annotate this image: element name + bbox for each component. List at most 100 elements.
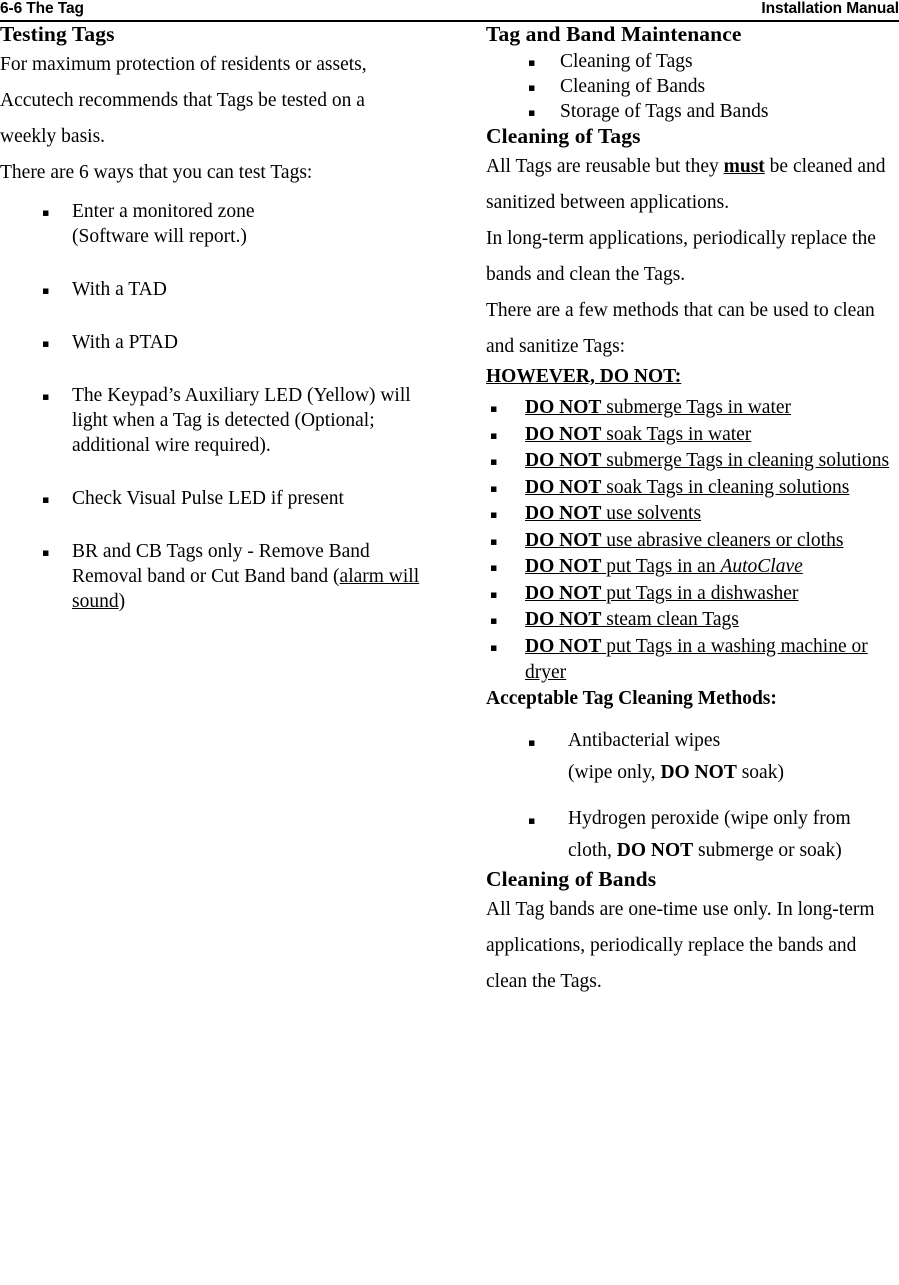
section-title-cleaning-of-tags: Cleaning of Tags [486,124,641,148]
square-bullet-icon: ▪ [490,587,498,601]
list-item-text: DO NOT put Tags in a washing machine or … [525,634,899,687]
do-not-detail: soak Tags in water [601,423,752,445]
list-item: ▪ DO NOT submerge Tags in water [486,395,899,422]
square-bullet-icon: ▪ [528,813,536,827]
list-item-line: Check Visual Pulse LED if present [72,488,344,509]
do-not-detail: use solvents [601,503,702,524]
list-item-line: The Keypad’s Auxiliary LED (Yellow) will… [72,385,411,456]
do-not-detail: steam clean Tags [601,609,739,630]
list-item: ▪ DO NOT use abrasive cleaners or cloths [486,528,899,555]
do-not-detail: submerge Tags in water [601,397,792,418]
list-item: ▪ DO NOT submerge Tags in cleaning solut… [486,448,899,475]
do-not-emphasis: DO NOT [525,397,602,418]
square-bullet-icon: ▪ [42,284,50,297]
list-item: ▪ Storage of Tags and Bands [486,99,899,124]
list-item-line: Enter a monitored zone [72,201,255,222]
list-item: ▪ With a TAD [0,277,420,302]
list-item: ▪ Cleaning of Bands [486,74,899,99]
list-item-text-tail: soak) [736,761,784,783]
list-item-text-tail: submerge or soak) [693,839,842,861]
square-bullet-icon: ▪ [490,428,498,442]
list-item: ▪ Enter a monitored zone (Software will … [0,199,420,249]
square-bullet-icon: ▪ [528,56,536,69]
do-not-emphasis: DO NOT [616,839,694,861]
square-bullet-icon: ▪ [528,81,536,94]
square-bullet-icon: ▪ [42,493,50,506]
do-not-detail-autoclave: put Tags in an AutoClave [601,556,803,577]
header-left-chapter: 6-6 The Tag [0,0,84,17]
do-not-emphasis: DO NOT [525,635,602,657]
list-item-text: DO NOT use solvents [525,501,899,528]
list-item-text: DO NOT submerge Tags in cleaning solutio… [525,448,899,475]
list-item: ▪ DO NOT put Tags in an AutoClave [486,554,899,581]
list-item-line: BR and CB Tags only - Remove Band Remova… [72,539,420,614]
list-item-text: DO NOT put Tags in a dishwasher [525,581,899,608]
list-item-text: DO NOT soak Tags in water [525,422,899,449]
page-body: Testing Tags For maximum protection of r… [0,22,899,1285]
paragraph-text: All Tags are reusable but they [486,156,724,177]
header-right-manual: Installation Manual [761,0,899,17]
list-item-text: DO NOT use abrasive cleaners or cloths [525,528,899,555]
list-item-label: Cleaning of Tags [560,51,693,72]
do-not-emphasis: DO NOT [660,761,737,783]
paragraph-few-methods: There are a few methods that can be used… [486,300,875,357]
square-bullet-icon: ▪ [490,561,498,574]
list-item: ▪ Hydrogen peroxide (wipe only from clot… [486,803,899,867]
section-title-tag-and-band-maintenance: Tag and Band Maintenance [486,22,742,46]
do-not-emphasis: DO NOT [525,503,602,524]
list-item: ▪ With a PTAD [0,330,420,355]
list-item: ▪ DO NOT use solvents [486,501,899,528]
do-not-emphasis: DO NOT [525,609,602,630]
square-bullet-icon: ▪ [42,390,50,403]
list-item: ▪ Cleaning of Tags [486,49,899,74]
do-not-emphasis: DO NOT [525,423,602,445]
square-bullet-icon: ▪ [528,735,536,749]
paragraph-long-term-replace: In long-term applications, periodically … [486,228,876,285]
square-bullet-icon: ▪ [490,614,498,627]
square-bullet-icon: ▪ [528,106,536,119]
emphasis-must: must [723,156,765,177]
list-item-text: DO NOT put Tags in an AutoClave [525,554,899,581]
list-item-line: With a TAD [72,279,167,300]
subheading-however-do-not: HOWEVER, DO NOT: [486,365,899,389]
square-bullet-icon: ▪ [490,455,498,468]
list-item: ▪ Check Visual Pulse LED if present [0,486,420,511]
list-item-line: (Software will report.) [72,226,247,247]
square-bullet-icon: ▪ [42,206,50,219]
list-item-text: BR and CB Tags only - Remove Band Remova… [72,541,370,587]
do-not-detail: put Tags in a dishwasher [601,582,799,604]
list-item: ▪ DO NOT put Tags in a dishwasher [486,581,899,608]
page-running-header: 6-6 The Tag Installation Manual [0,0,899,22]
list-item: ▪ DO NOT soak Tags in water [486,422,899,449]
square-bullet-icon: ▪ [490,402,498,415]
square-bullet-icon: ▪ [490,534,498,548]
list-do-not-warnings: ▪ DO NOT submerge Tags in water ▪ DO NOT… [486,395,899,687]
list-item: ▪ DO NOT put Tags in a washing machine o… [486,634,899,687]
list-item-label: Storage of Tags and Bands [560,101,769,122]
list-item-text-tail: ) [118,591,126,612]
list-item-text: DO NOT steam clean Tags [525,607,899,634]
square-bullet-icon: ▪ [42,546,50,559]
right-column: Tag and Band Maintenance ▪ Cleaning of T… [486,22,899,1000]
do-not-emphasis: DO NOT [525,556,602,577]
do-not-emphasis: DO NOT [525,476,602,498]
do-not-emphasis: DO NOT [525,582,602,604]
section-title-testing-tags: Testing Tags [0,22,115,46]
list-item: ▪ DO NOT soak Tags in cleaning solutions [486,475,899,502]
list-acceptable-methods: ▪ Antibacterial wipes (wipe only, DO NOT… [486,725,899,867]
do-not-detail: use abrasive cleaners or cloths [601,529,844,551]
list-item-line: With a PTAD [72,332,178,353]
list-testing-methods: ▪ Enter a monitored zone (Software will … [0,199,420,614]
list-item-text: DO NOT soak Tags in cleaning solutions [525,475,899,502]
paragraph-six-ways: There are 6 ways that you can test Tags: [0,162,313,183]
italic-autoclave: AutoClave [720,556,803,577]
paragraph-tags-reusable: All Tags are reusable but they must be c… [486,149,899,221]
list-item-text: (wipe only, [568,761,661,783]
list-maintenance-topics: ▪ Cleaning of Tags ▪ Cleaning of Bands ▪… [486,49,899,124]
list-item: ▪ BR and CB Tags only - Remove Band Remo… [0,539,420,614]
do-not-emphasis: DO NOT [525,450,602,471]
list-item-line: Hydrogen peroxide (wipe only from cloth,… [568,803,899,867]
square-bullet-icon: ▪ [490,508,498,521]
square-bullet-icon: ▪ [490,481,498,495]
section-title-cleaning-of-bands: Cleaning of Bands [486,866,657,891]
